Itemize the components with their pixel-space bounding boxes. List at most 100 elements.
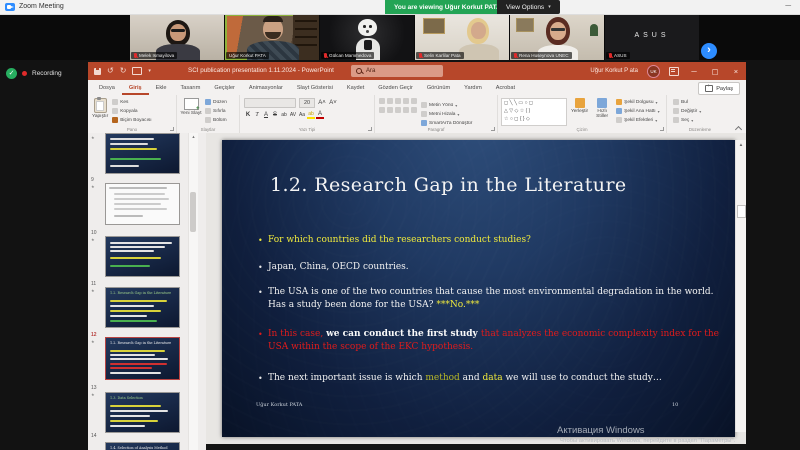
new-slide-button[interactable]: Yeni Slayt xyxy=(180,95,202,124)
tab-tasarim[interactable]: Tasarım xyxy=(174,80,208,95)
search-box[interactable]: Ara xyxy=(351,65,443,77)
tab-giris[interactable]: Giriş xyxy=(122,80,149,95)
slide-thumbnail-11[interactable]: 1.2. Research Gap in the Literature xyxy=(105,287,180,328)
convert-smartart-button[interactable]: SmartArt'a Dönüştür xyxy=(421,119,472,127)
cut-button[interactable]: Kes xyxy=(112,98,151,106)
shapes-gallery[interactable]: ◻ ╲ ╲ ▭ ○ ◻ △ ▽ ◇ ☆ ( ) ☆ ○ ◻ { } ◇ xyxy=(501,98,567,126)
tab-ekle[interactable]: Ekle xyxy=(149,80,174,95)
window-close-button[interactable]: × xyxy=(730,67,742,76)
reset-button[interactable]: Sıfırla xyxy=(205,107,227,115)
italic-button[interactable]: T xyxy=(253,112,261,118)
participant-tile-ugur[interactable]: Uğur Korkut PATA xyxy=(225,14,319,60)
minimize-icon[interactable]: ─ xyxy=(785,1,791,10)
tab-gorunum[interactable]: Görünüm xyxy=(420,80,457,95)
slide-thumbnail-10[interactable] xyxy=(105,236,180,277)
shape-outline-button[interactable]: Şekil Ana Hattı▾ xyxy=(616,107,659,115)
bold-button[interactable]: K xyxy=(244,112,252,118)
current-slide[interactable]: 1.2. Research Gap in the Literature • Fo… xyxy=(222,140,735,437)
collapse-ribbon-icon[interactable] xyxy=(735,126,741,130)
font-name-dropdown[interactable] xyxy=(244,98,296,108)
line-spacing-icon[interactable] xyxy=(411,98,417,104)
tab-kaydet[interactable]: Kaydet xyxy=(340,80,371,95)
next-participants-button[interactable]: › xyxy=(701,43,717,59)
justify-icon[interactable] xyxy=(403,107,409,113)
tab-yardim[interactable]: Yardım xyxy=(457,80,489,95)
tab-dosya[interactable]: Dosya xyxy=(92,80,122,95)
account-avatar[interactable]: UK xyxy=(647,65,660,78)
numbering-icon[interactable] xyxy=(387,98,393,104)
increase-indent-icon[interactable] xyxy=(403,98,409,104)
select-button[interactable]: Seç▾ xyxy=(673,116,733,124)
slide-thumbnail-14[interactable]: 1.4. Selection of Analysis Method xyxy=(105,442,180,450)
share-document-button[interactable]: Paylaş xyxy=(698,82,740,95)
underline-button[interactable]: A xyxy=(262,112,270,118)
window-restore-button[interactable]: ▢ xyxy=(709,67,721,76)
shape-fill-button[interactable]: Şekil Dolgusu▾ xyxy=(616,98,659,106)
scrollbar-thumb[interactable] xyxy=(737,205,746,218)
copy-button[interactable]: Kopyala xyxy=(112,107,151,115)
shape-effects-button[interactable]: Şekil Efektleri▾ xyxy=(616,116,659,124)
redo-icon[interactable]: ↻ xyxy=(120,65,127,77)
find-button[interactable]: Bul xyxy=(673,98,733,106)
section-button[interactable]: Bölüm xyxy=(205,116,227,124)
editor-scrollbar[interactable]: ▲ xyxy=(735,140,746,432)
tab-gozden-gecir[interactable]: Gözden Geçir xyxy=(371,80,420,95)
participant-tile-asus[interactable]: ASUS ASUS xyxy=(605,14,699,60)
character-spacing-button[interactable]: AV xyxy=(289,112,297,118)
save-icon[interactable] xyxy=(94,68,101,75)
dialog-launcher-icon[interactable] xyxy=(660,127,664,131)
start-slideshow-icon[interactable] xyxy=(132,67,142,75)
text-shadow-button[interactable]: ab xyxy=(280,112,288,118)
align-center-icon[interactable] xyxy=(387,107,393,113)
customize-qat-icon[interactable]: ▾ xyxy=(148,65,151,77)
ribbon-display-options-icon[interactable] xyxy=(669,67,679,76)
scroll-up-icon[interactable]: ▲ xyxy=(736,142,746,147)
slide-thumbnail-9[interactable] xyxy=(105,183,180,225)
text-direction-button[interactable]: Metin Yönü▾ xyxy=(421,101,472,109)
account-name[interactable]: Uğur Korkut P ata xyxy=(590,68,638,74)
strikethrough-button[interactable]: S xyxy=(271,112,279,118)
align-left-icon[interactable] xyxy=(379,107,385,113)
grow-font-button[interactable]: A˄ xyxy=(318,100,326,106)
layout-button[interactable]: Düzen xyxy=(205,98,227,106)
thumbnail-scrollbar[interactable]: ▲ xyxy=(188,133,198,450)
highlight-color-button[interactable]: ab xyxy=(307,111,315,119)
participant-tile-rena[interactable]: Rena Huseynova UNEC xyxy=(510,14,604,60)
scroll-up-icon[interactable]: ▲ xyxy=(189,134,198,139)
participant-tile-gulcan[interactable]: Gülcan Mammedova xyxy=(320,14,414,60)
format-painter-button[interactable]: Biçim Boyacısı xyxy=(112,116,151,124)
paste-button[interactable]: Yapıştır xyxy=(92,95,108,124)
undo-icon[interactable]: ↺ xyxy=(107,65,114,77)
tab-gecisler[interactable]: Geçişler xyxy=(207,80,242,95)
decrease-indent-icon[interactable] xyxy=(395,98,401,104)
tab-slayt-gosterisi[interactable]: Slayt Gösterisi xyxy=(290,80,340,95)
participant-tile-melek[interactable]: Melek Ismayilova xyxy=(130,14,224,60)
dialog-launcher-icon[interactable] xyxy=(170,127,174,131)
scrollbar-thumb[interactable] xyxy=(190,192,196,232)
font-color-button[interactable]: A xyxy=(316,111,324,119)
participant-tiles: Melek Ismayilova Uğur Korkut PATA xyxy=(130,14,699,60)
ppt-titlebar[interactable]: ↺ ↻ ▾ SCI publication presentation 1.11.… xyxy=(88,62,746,80)
window-minimize-button[interactable]: ─ xyxy=(688,67,700,76)
dialog-launcher-icon[interactable] xyxy=(491,127,495,131)
replace-button[interactable]: Değiştir▾ xyxy=(673,107,733,115)
tab-animasyonlar[interactable]: Animasyonlar xyxy=(242,80,290,95)
participant-tile-selin[interactable]: Selin Karlilar Pata xyxy=(415,14,509,60)
slide-thumbnail-8[interactable] xyxy=(105,133,180,174)
slide-thumbnail-13[interactable]: 1.3. Data Selection xyxy=(105,392,180,433)
columns-icon[interactable] xyxy=(411,107,417,113)
bullets-icon[interactable] xyxy=(379,98,385,104)
meeting-info-shield-icon[interactable]: ✓ xyxy=(6,68,17,79)
slide-thumbnail-12-selected[interactable]: 1.2. Research Gap in the Literature xyxy=(105,337,180,380)
dialog-launcher-icon[interactable] xyxy=(368,127,372,131)
ribbon-group-slides: Yeni Slayt Düzen Sıfırla Bölüm Slaytlar xyxy=(177,95,240,133)
align-text-button[interactable]: Metni Hizala▾ xyxy=(421,110,472,118)
quick-styles-button[interactable]: Hızlı Stiller xyxy=(592,95,612,126)
shrink-font-button[interactable]: A˅ xyxy=(329,100,337,106)
align-right-icon[interactable] xyxy=(395,107,401,113)
change-case-button[interactable]: Aa xyxy=(298,112,306,118)
tab-acrobat[interactable]: Acrobat xyxy=(489,80,522,95)
arrange-button[interactable]: Yerleştir xyxy=(571,95,588,126)
font-size-dropdown[interactable]: 20 xyxy=(299,98,315,108)
view-options-button[interactable]: View Options ▾ xyxy=(497,0,560,14)
